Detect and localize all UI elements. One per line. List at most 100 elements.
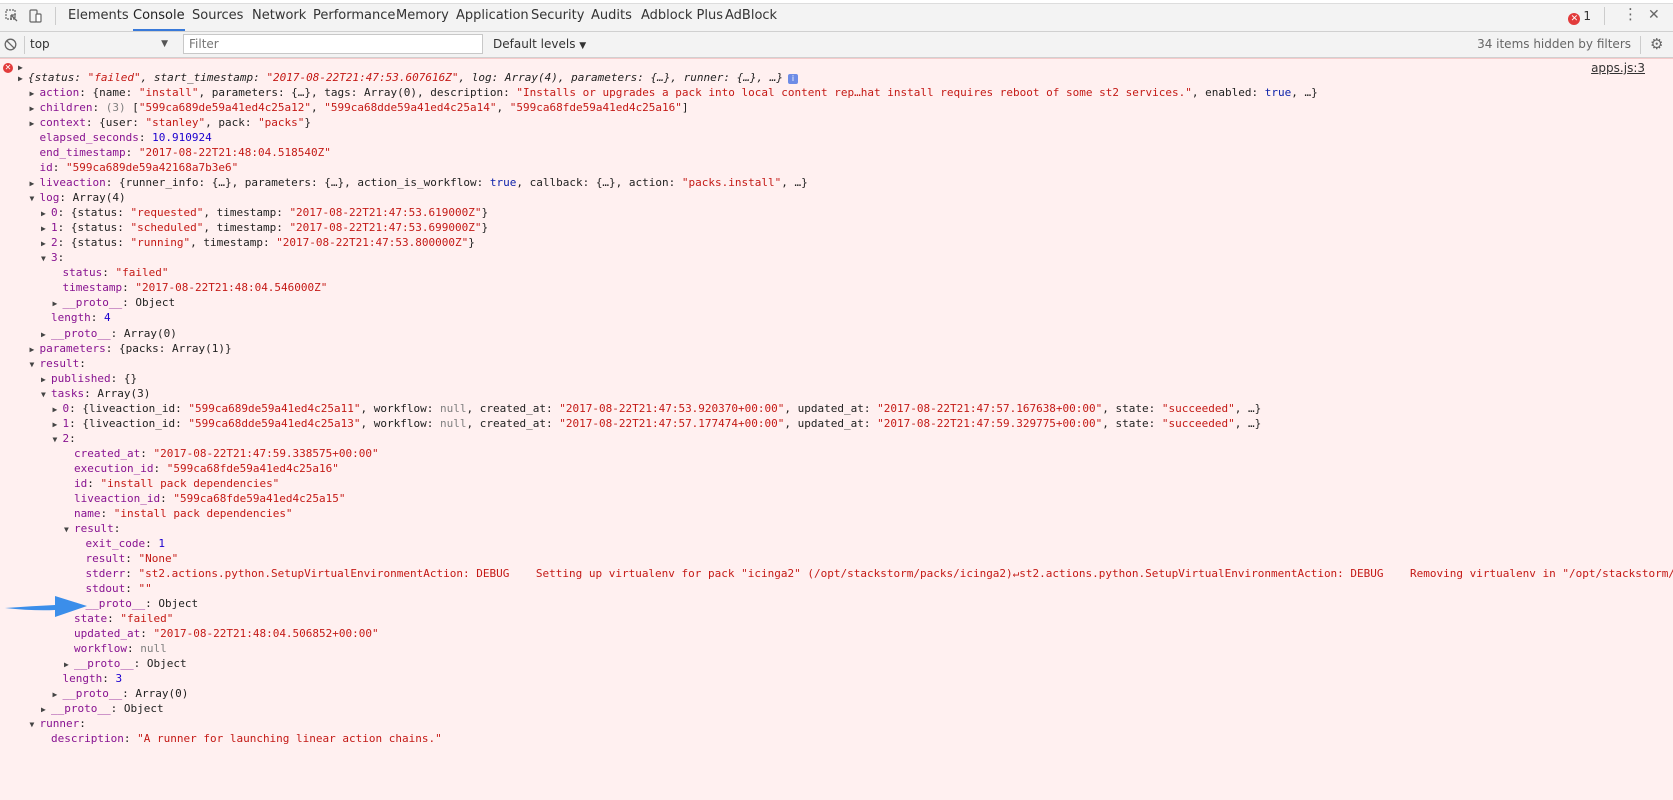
- property-value: , …}: [781, 176, 808, 190]
- property-value: , log: Array(4), parameters: {…}, runner…: [458, 71, 784, 84]
- clear-console-icon[interactable]: [4, 38, 17, 55]
- expandable-property-row[interactable]: ▼ 3:: [41, 250, 64, 266]
- property-value: "599ca689de59a42168a7b3e6": [66, 161, 239, 175]
- expandable-property-row[interactable]: ▶__proto__: Object: [64, 656, 187, 672]
- property-value: "2017-08-22T21:47:57.167638+00:00": [877, 401, 1103, 415]
- expandable-property-row[interactable]: ▶ published: {}: [41, 371, 137, 387]
- property-value: "Installs or upgrades a pack into local …: [516, 86, 1192, 100]
- property-key: __proto__: [51, 702, 111, 716]
- expandable-property-row[interactable]: ▶ parameters: {packs: Array(1)}: [30, 341, 232, 357]
- expandable-property-row[interactable]: ▶ 0: {liveaction_id: "599ca689de59a41ed4c…: [53, 401, 1262, 417]
- property-value: :: [113, 521, 121, 535]
- property-key: tasks: [51, 386, 85, 400]
- expand-triangle-icon[interactable]: ▶: [18, 71, 28, 87]
- property-value: "2017-08-22T21:48:04.546000Z": [135, 281, 328, 295]
- collapse-triangle-icon[interactable]: ▼: [41, 387, 51, 403]
- property-value: : {liveaction_id:: [69, 416, 189, 430]
- property-value: "install pack dependencies": [113, 506, 293, 520]
- property-value: :: [102, 672, 116, 686]
- chevron-down-icon: ▼: [161, 39, 168, 49]
- property-value: :: [140, 446, 154, 460]
- expandable-property-row[interactable]: ▶ 0: {status: "requested", timestamp: "20…: [41, 205, 488, 221]
- expandable-property-row[interactable]: ▶ __proto__: Array(0): [53, 686, 189, 702]
- property-value: , workflow:: [360, 401, 441, 415]
- tab-performance[interactable]: Performance: [313, 0, 395, 31]
- tab-audits[interactable]: Audits: [591, 0, 632, 31]
- expandable-property-row[interactable]: ▶ 2: {status: "running", timestamp: "2017…: [41, 235, 475, 251]
- context-selector[interactable]: top ▼: [30, 35, 172, 54]
- expandable-property-row[interactable]: ▼ result:: [64, 521, 120, 537]
- property-key: __proto__: [51, 326, 111, 340]
- tab-adblock[interactable]: AdBlock: [725, 0, 777, 31]
- expandable-property-row[interactable]: ▶ {status: "failed", start_timestamp: "20…: [18, 70, 799, 87]
- property-value: , pack:: [205, 116, 259, 130]
- expandable-property-row[interactable]: ▶__proto__: Object: [76, 596, 199, 612]
- close-icon[interactable]: ✕: [1648, 8, 1660, 22]
- expandable-property-row[interactable]: ▼ tasks: Array(3): [41, 386, 150, 402]
- expandable-property-row[interactable]: ▶ 1: {liveaction_id: "599ca68dde59a41ed4c…: [53, 416, 1262, 432]
- console-settings-gear-icon[interactable]: ⚙: [1650, 37, 1663, 52]
- tab-security[interactable]: Security: [531, 0, 584, 31]
- tab-memory[interactable]: Memory: [396, 0, 449, 31]
- tab-adblock-plus[interactable]: Adblock Plus: [641, 0, 723, 31]
- property-key: action: [39, 86, 80, 100]
- property-value: }: [468, 236, 475, 250]
- more-options-icon[interactable]: ⋮: [1623, 7, 1638, 22]
- property-key: children: [39, 101, 93, 115]
- property-value: ,: [496, 101, 510, 115]
- collapse-triangle-icon[interactable]: ▼: [30, 191, 40, 207]
- property-value: "2017-08-22T21:47:59.338575+00:00": [153, 446, 379, 460]
- expandable-property-row[interactable]: ▶__proto__: Object: [53, 295, 176, 311]
- property-value: 10.910924: [152, 131, 212, 145]
- expandable-property-row[interactable]: ▼ result:: [30, 356, 86, 372]
- property-value: "failed": [120, 612, 174, 626]
- property-value: "599ca68fde59a41ed4c25a16": [166, 461, 339, 475]
- property-value: , enabled:: [1191, 86, 1265, 100]
- filter-input[interactable]: [183, 34, 483, 54]
- property-value: "scheduled": [130, 221, 204, 235]
- expandable-property-row[interactable]: ▼ runner:: [30, 716, 86, 732]
- collapse-triangle-icon[interactable]: ▼: [41, 251, 51, 267]
- property-row: execution_id: "599ca68fde59a41ed4c25a16": [64, 461, 339, 477]
- tab-console[interactable]: Console: [133, 0, 185, 31]
- info-icon[interactable]: i: [788, 74, 799, 84]
- property-value: "599ca689de59a41ed4c25a12": [138, 101, 312, 115]
- property-value: :: [125, 566, 139, 580]
- property-value: "2017-08-22T21:47:53.619000Z": [289, 206, 482, 220]
- property-key: stdout: [85, 582, 126, 596]
- expandable-property-row[interactable]: ▶ children: (3) ["599ca689de59a41ed4c25a1…: [30, 100, 689, 116]
- tab-sources[interactable]: Sources: [192, 0, 243, 31]
- property-value: "599ca68dde59a41ed4c25a14": [324, 101, 497, 115]
- expandable-property-row[interactable]: ▼ 2:: [53, 431, 76, 447]
- expandable-property-row[interactable]: ▶ __proto__: Array(0): [41, 326, 177, 342]
- collapse-triangle-icon[interactable]: ▼: [53, 432, 63, 448]
- inspect-element-icon[interactable]: [5, 9, 19, 27]
- property-key: updated_at: [74, 627, 141, 641]
- console-filter-bar: top ▼ Default levels ▼ 34 items hidden b…: [0, 32, 1673, 58]
- device-toolbar-icon[interactable]: [28, 9, 42, 27]
- property-key: length: [51, 311, 91, 325]
- property-value: "2017-08-22T21:47:59.329775+00:00": [877, 416, 1103, 430]
- property-value: : Object: [133, 657, 187, 671]
- expandable-property-row[interactable]: ▶ liveaction: {runner_info: {…}, paramete…: [30, 175, 808, 191]
- expandable-property-row[interactable]: ▶ action: {name: "install", parameters: {…: [30, 85, 1318, 101]
- source-link[interactable]: apps.js:3: [1591, 61, 1645, 75]
- tab-network[interactable]: Network: [252, 0, 306, 31]
- property-key: length: [62, 672, 103, 686]
- property-value: , callback: {…}, action:: [516, 176, 682, 190]
- expandable-property-row[interactable]: ▼ log: Array(4): [30, 190, 126, 206]
- expandable-property-row[interactable]: ▶__proto__: Object: [41, 701, 164, 717]
- tab-application[interactable]: Application: [456, 0, 529, 31]
- expandable-property-row[interactable]: ▶ context: {user: "stanley", pack: "packs…: [30, 115, 312, 131]
- log-levels-dropdown[interactable]: Default levels ▼: [493, 35, 586, 56]
- devtools-toolbar: Elements Console Sources Network Performance…: [0, 0, 1673, 32]
- collapse-triangle-icon[interactable]: ▼: [30, 357, 40, 373]
- property-value: : {}: [110, 371, 138, 385]
- property-row: length: 3: [53, 671, 123, 687]
- error-count-badge[interactable]: ✕ 1: [1568, 9, 1591, 25]
- tab-elements[interactable]: Elements: [68, 0, 129, 31]
- expandable-property-row[interactable]: ▶ 1: {status: "scheduled", timestamp: "20…: [41, 220, 488, 236]
- property-key: id: [74, 476, 88, 490]
- collapse-triangle-icon[interactable]: ▼: [64, 522, 74, 538]
- collapse-triangle-icon[interactable]: ▼: [30, 717, 40, 733]
